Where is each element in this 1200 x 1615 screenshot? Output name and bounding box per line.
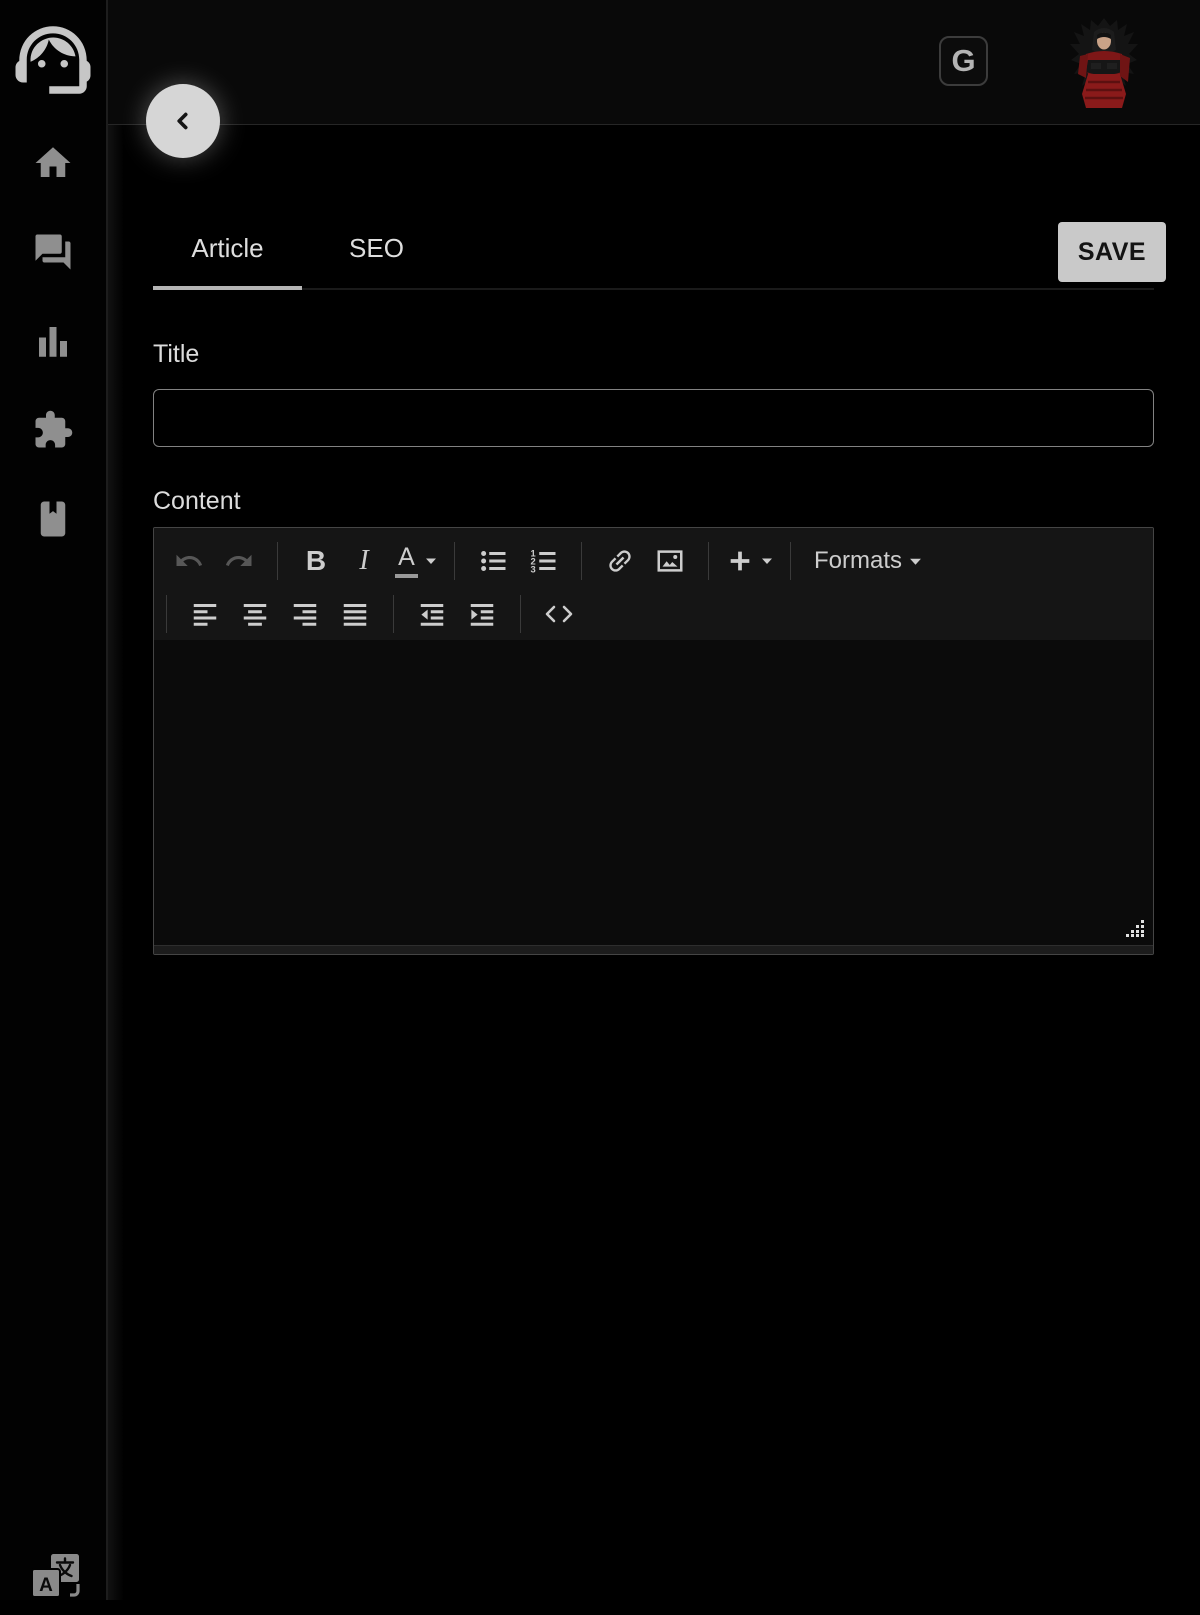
tab-article[interactable]: Article <box>153 210 302 290</box>
sidebar: A <box>0 0 106 1600</box>
resize-handle[interactable] <box>1126 920 1146 937</box>
tab-seo[interactable]: SEO <box>302 210 451 290</box>
formats-label: Formats <box>814 547 902 575</box>
avatar-image <box>1064 16 1144 108</box>
italic-glyph: I <box>359 545 372 577</box>
align-right-icon <box>290 599 320 629</box>
top-header: G <box>108 0 1200 125</box>
text-color-glyph: A <box>395 544 418 577</box>
align-right-button[interactable] <box>280 592 330 636</box>
editor-toolbar: B I A <box>154 528 1153 640</box>
text-color-button[interactable]: A <box>391 539 441 583</box>
sidebar-item-home[interactable] <box>32 142 74 184</box>
sidebar-item-translate[interactable]: A <box>32 1554 80 1610</box>
outdent-button[interactable] <box>407 592 457 636</box>
align-justify-button[interactable] <box>330 592 380 636</box>
caret-down-icon <box>909 557 922 566</box>
image-icon <box>655 546 685 576</box>
page: { "header": { "google_label": "G", "avat… <box>0 0 1200 1600</box>
outdent-icon <box>417 599 447 629</box>
align-left-icon <box>190 599 220 629</box>
undo-icon <box>174 546 204 576</box>
align-center-button[interactable] <box>230 592 280 636</box>
caret-down-icon <box>425 557 437 565</box>
bullet-list-button[interactable] <box>468 539 518 583</box>
content-label: Content <box>153 487 1154 515</box>
bullet-list-icon <box>477 546 509 576</box>
toolbar-separator <box>708 542 709 580</box>
link-button[interactable] <box>595 539 645 583</box>
main-area: G Article <box>106 0 1200 1600</box>
toolbar-separator <box>790 542 791 580</box>
sidebar-item-bookmarks[interactable] <box>32 498 74 540</box>
back-button[interactable] <box>146 84 220 158</box>
bold-glyph: B <box>306 545 326 577</box>
chevron-left-icon <box>170 108 196 134</box>
image-button[interactable] <box>645 539 695 583</box>
google-button[interactable]: G <box>939 36 988 86</box>
bold-button[interactable]: B <box>291 539 341 583</box>
caret-down-icon <box>761 557 773 565</box>
redo-icon <box>224 546 254 576</box>
toolbar-separator <box>166 595 167 633</box>
toolbar-row-1: B I A <box>164 532 1143 590</box>
link-icon <box>605 546 635 576</box>
toolbar-separator <box>581 542 582 580</box>
toolbar-separator <box>277 542 278 580</box>
chat-icon <box>32 231 74 273</box>
bar-chart-icon <box>32 320 74 362</box>
toolbar-separator <box>454 542 455 580</box>
svg-text:A: A <box>39 1575 53 1596</box>
save-button[interactable]: SAVE <box>1058 222 1166 282</box>
align-left-button[interactable] <box>180 592 230 636</box>
google-g-glyph: G <box>951 43 975 79</box>
code-button[interactable] <box>534 592 584 636</box>
tab-seo-label: SEO <box>349 233 404 264</box>
align-justify-icon <box>340 599 370 629</box>
editor-content-area[interactable] <box>154 640 1153 945</box>
italic-button[interactable]: I <box>341 539 391 583</box>
toolbar-row-2 <box>164 590 1143 638</box>
tab-article-label: Article <box>191 233 263 264</box>
avatar[interactable] <box>1064 16 1144 108</box>
insert-button[interactable] <box>722 539 777 583</box>
puzzle-icon <box>32 409 74 451</box>
editor-statusbar <box>154 945 1153 954</box>
rich-text-editor: B I A <box>153 527 1154 955</box>
code-icon <box>542 601 576 627</box>
support-agent-icon[interactable] <box>8 14 98 106</box>
sidebar-item-stats[interactable] <box>32 320 74 362</box>
toolbar-separator <box>393 595 394 633</box>
indent-icon <box>467 599 497 629</box>
bookmark-icon <box>32 498 74 540</box>
sidebar-item-chat[interactable] <box>32 231 74 273</box>
numbered-list-button[interactable]: 1 2 3 <box>518 539 568 583</box>
title-label: Title <box>153 340 1154 368</box>
undo-button[interactable] <box>164 539 214 583</box>
plus-icon <box>726 547 754 575</box>
toolbar-separator <box>520 595 521 633</box>
indent-button[interactable] <box>457 592 507 636</box>
translate-icon: A <box>32 1554 80 1610</box>
title-input[interactable] <box>153 389 1154 447</box>
svg-text:3: 3 <box>531 565 536 575</box>
align-center-icon <box>240 599 270 629</box>
home-icon <box>32 142 74 184</box>
content-panel: Article SEO SAVE Title Content <box>108 126 1200 955</box>
sidebar-nav <box>0 142 106 540</box>
sidebar-item-plugins[interactable] <box>32 409 74 451</box>
formats-dropdown[interactable]: Formats <box>804 539 932 583</box>
tab-bar: Article SEO SAVE <box>153 210 1154 290</box>
redo-button[interactable] <box>214 539 264 583</box>
numbered-list-icon: 1 2 3 <box>527 546 559 576</box>
